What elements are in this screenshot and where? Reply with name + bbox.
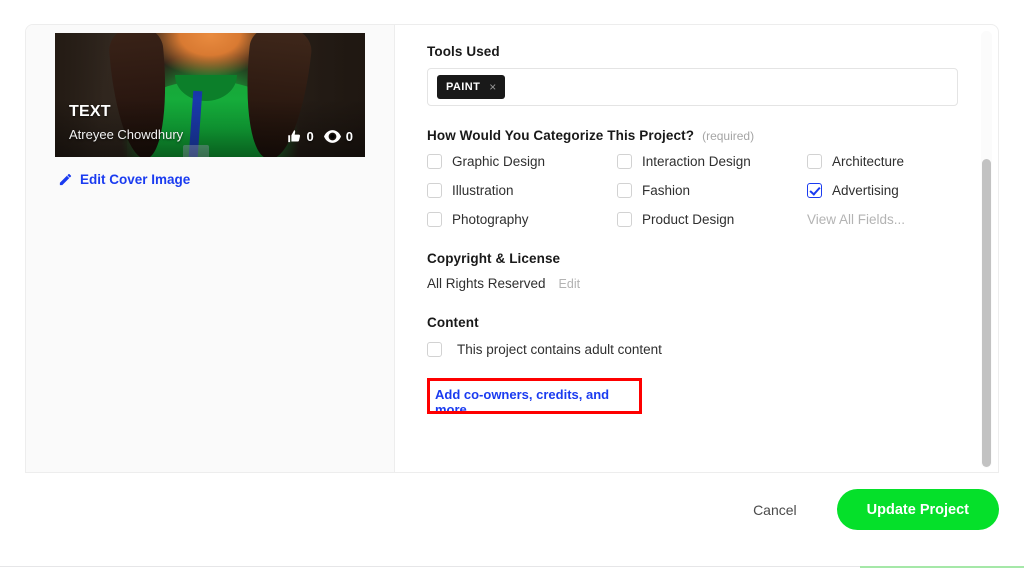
- view-stat: 0: [323, 129, 353, 144]
- categorize-heading: How Would You Categorize This Project? (…: [427, 128, 958, 143]
- category-option-interaction-design[interactable]: Interaction Design: [617, 154, 807, 169]
- category-option-advertising[interactable]: Advertising: [807, 183, 958, 198]
- copyright-label: Copyright & License: [427, 251, 561, 266]
- category-option-photography[interactable]: Photography: [427, 212, 617, 227]
- checkbox-icon[interactable]: [617, 212, 632, 227]
- category-label: Fashion: [642, 183, 691, 198]
- category-label: Photography: [452, 212, 529, 227]
- copyright-row: All Rights Reserved Edit: [427, 276, 958, 291]
- panel-scrollbar-track[interactable]: [981, 31, 992, 468]
- edit-project-dialog: TEXT Atreyee Chowdhury 0 0 Edit Cover Im…: [25, 24, 999, 546]
- adult-content-checkbox-row[interactable]: This project contains adult content: [427, 342, 958, 357]
- panel-scrollbar-thumb[interactable]: [982, 159, 991, 467]
- cover-author: Atreyee Chowdhury: [69, 127, 184, 142]
- tools-used-label: Tools Used: [427, 44, 500, 59]
- category-label: Graphic Design: [452, 154, 546, 169]
- page-bottom-green-accent: [860, 566, 1024, 568]
- like-stat: 0: [287, 129, 314, 144]
- checkbox-checked-icon[interactable]: [807, 183, 822, 198]
- category-label: Architecture: [832, 154, 905, 169]
- category-option-architecture[interactable]: Architecture: [807, 154, 958, 169]
- edit-cover-image-label: Edit Cover Image: [80, 172, 191, 187]
- pencil-icon: [58, 172, 73, 187]
- view-all-fields-link[interactable]: View All Fields...: [807, 212, 958, 227]
- tool-tag-label: PAINT: [446, 81, 481, 93]
- categorize-label: How Would You Categorize This Project?: [427, 128, 695, 143]
- coowners-link-wrapper: Add co-owners, credits, and more...: [427, 378, 642, 426]
- checkbox-icon[interactable]: [807, 154, 822, 169]
- copyright-edit-link[interactable]: Edit: [559, 277, 581, 291]
- required-note: (required): [702, 129, 755, 143]
- checkbox-icon[interactable]: [427, 183, 442, 198]
- like-count: 0: [306, 129, 314, 144]
- adult-content-label: This project contains adult content: [457, 342, 662, 357]
- edit-cover-image-link[interactable]: Edit Cover Image: [58, 172, 394, 187]
- checkbox-icon[interactable]: [617, 183, 632, 198]
- cancel-button[interactable]: Cancel: [741, 494, 809, 526]
- checkbox-icon[interactable]: [427, 342, 442, 357]
- dialog-footer: Cancel Update Project: [25, 473, 999, 546]
- update-project-button[interactable]: Update Project: [836, 489, 999, 530]
- cover-title: TEXT: [69, 103, 111, 120]
- cover-image-column: TEXT Atreyee Chowdhury 0 0 Edit Cover Im…: [26, 25, 395, 472]
- category-label: Advertising: [832, 183, 899, 198]
- category-option-graphic-design[interactable]: Graphic Design: [427, 154, 617, 169]
- category-label: Interaction Design: [642, 154, 751, 169]
- checkbox-icon[interactable]: [427, 154, 442, 169]
- project-settings-column: Tools Used PAINT × How Would You Categor…: [395, 25, 998, 472]
- checkbox-icon[interactable]: [427, 212, 442, 227]
- category-option-fashion[interactable]: Fashion: [617, 183, 807, 198]
- category-label: Illustration: [452, 183, 514, 198]
- content-label: Content: [427, 315, 479, 330]
- add-coowners-link[interactable]: Add co-owners, credits, and more...: [427, 378, 642, 426]
- checkbox-icon[interactable]: [617, 154, 632, 169]
- page-root: TEXT Atreyee Chowdhury 0 0 Edit Cover Im…: [0, 0, 1024, 570]
- remove-tool-tag-icon[interactable]: ×: [489, 81, 496, 93]
- cover-thumbnail[interactable]: TEXT Atreyee Chowdhury 0 0: [55, 33, 365, 157]
- category-label: Product Design: [642, 212, 735, 227]
- category-option-product-design[interactable]: Product Design: [617, 212, 807, 227]
- copyright-value: All Rights Reserved: [427, 276, 546, 291]
- tool-tag-paint[interactable]: PAINT ×: [437, 75, 506, 99]
- thumbs-up-icon: [287, 129, 302, 144]
- dialog-body: TEXT Atreyee Chowdhury 0 0 Edit Cover Im…: [25, 24, 999, 473]
- eye-icon: [323, 130, 341, 143]
- cover-stats: 0 0: [287, 129, 353, 144]
- category-option-illustration[interactable]: Illustration: [427, 183, 617, 198]
- tools-used-input[interactable]: PAINT ×: [427, 68, 958, 106]
- category-checkbox-grid: Graphic Design Interaction Design Archit…: [427, 154, 958, 227]
- view-count: 0: [345, 129, 353, 144]
